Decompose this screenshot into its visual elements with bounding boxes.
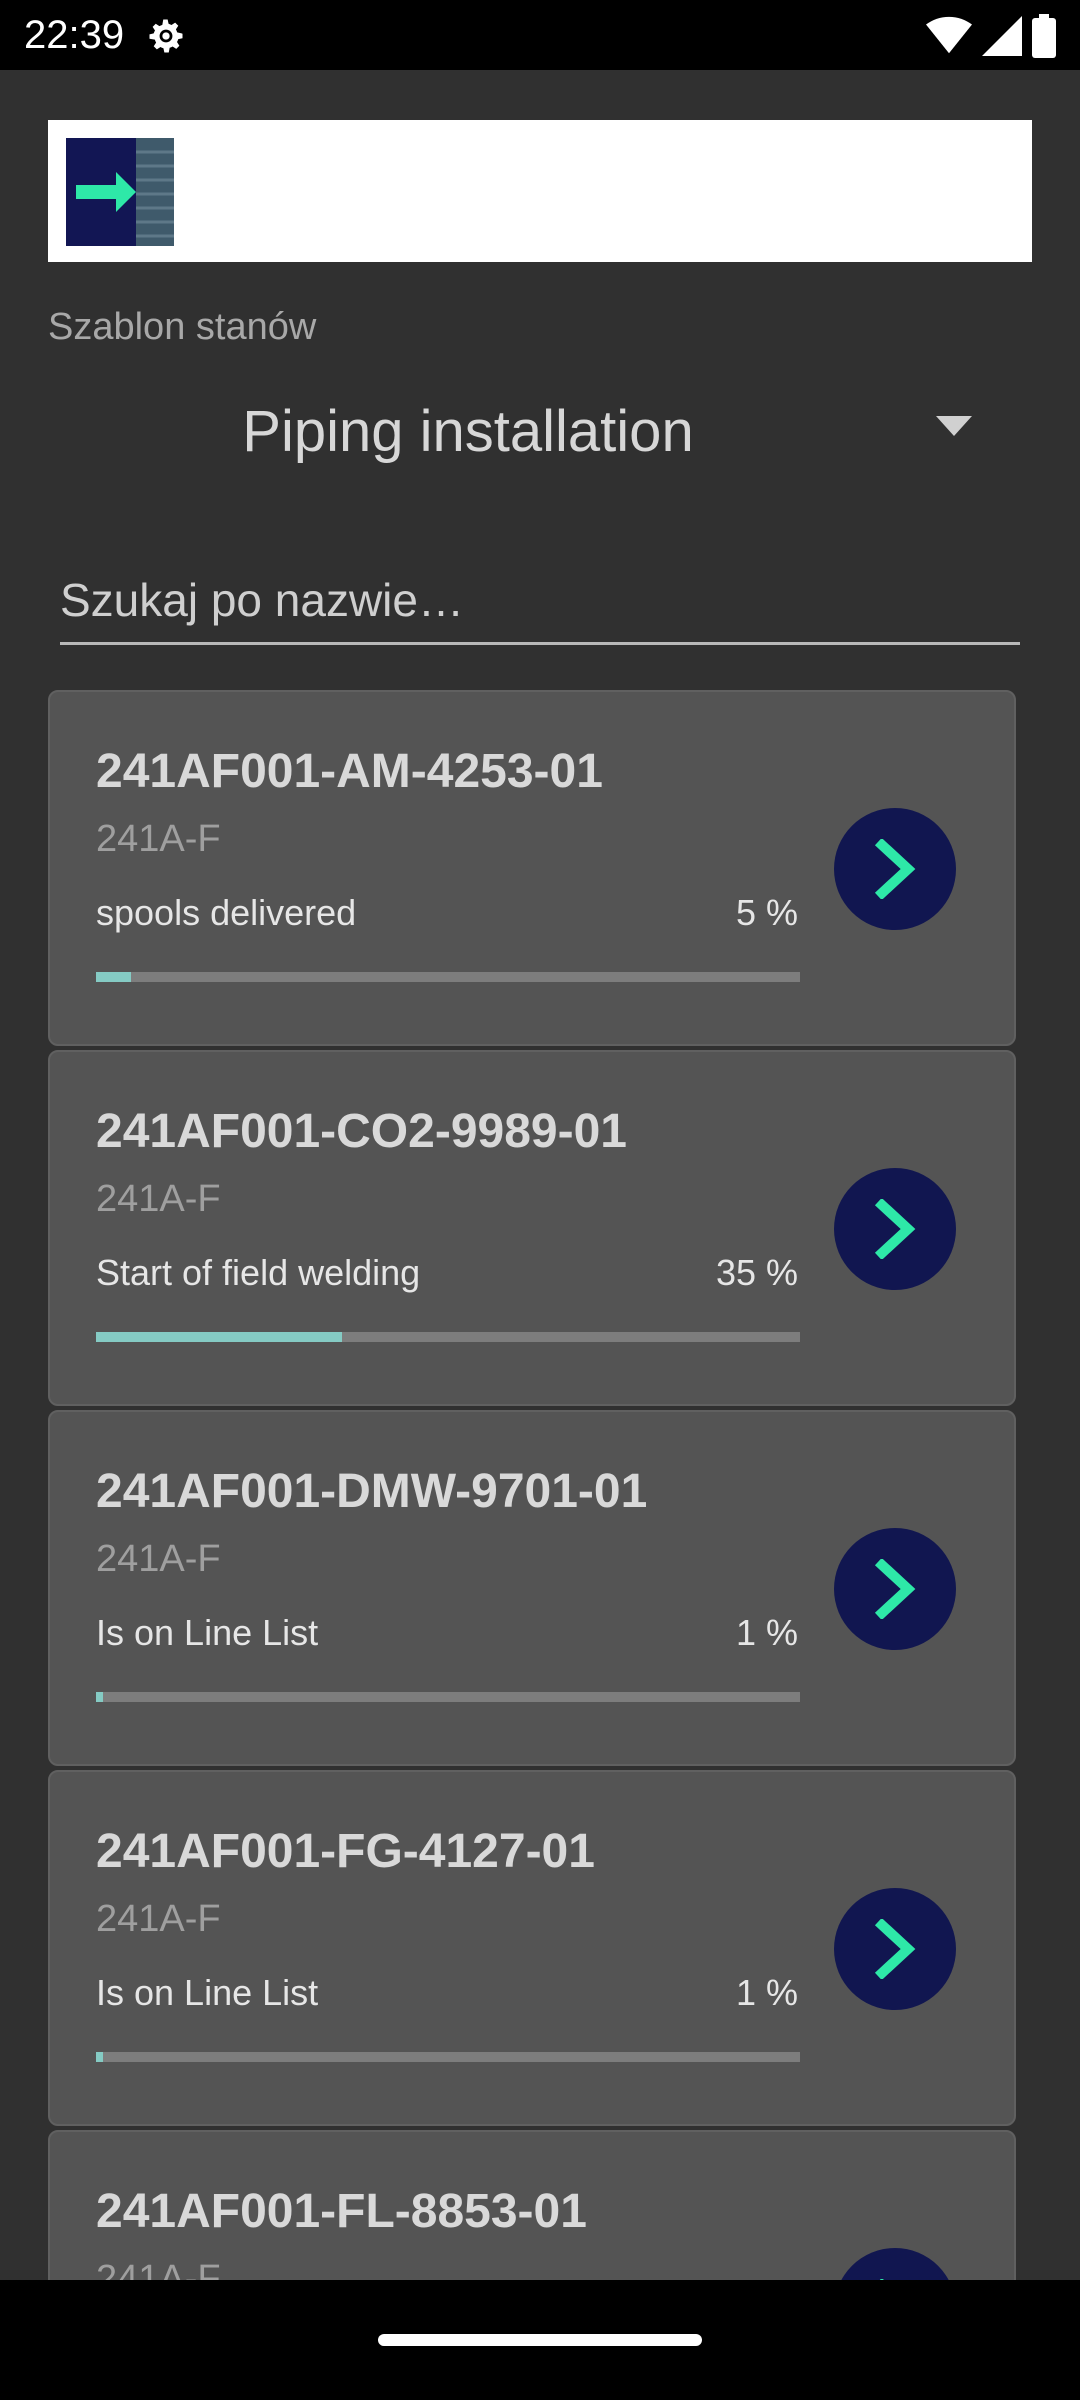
template-selected-value: Piping installation: [242, 399, 694, 464]
settings-gear-icon: [149, 19, 183, 53]
item-percent: 5 %: [735, 892, 798, 933]
item-name: 241AF001-AM-4253-01: [96, 745, 603, 798]
item-progress-fill: [96, 1332, 343, 1342]
list-item[interactable]: 241AF001-FG-4127-01 241A-F Is on Line Li…: [48, 1770, 1016, 2126]
header-banner: [48, 120, 1032, 262]
item-progress-bar: [96, 972, 800, 982]
item-name: 241AF001-DMW-9701-01: [96, 1465, 648, 1518]
item-area: 241A-F: [96, 1178, 221, 1220]
list-item[interactable]: 241AF001-DMW-9701-01 241A-F Is on Line L…: [48, 1410, 1016, 1766]
open-item-button[interactable]: [834, 1168, 956, 1290]
item-percent: 1 %: [735, 1612, 798, 1653]
app-screen: Szablon stanów Piping installation 241AF…: [0, 70, 1080, 2280]
item-progress-bar: [96, 2052, 800, 2062]
item-name: 241AF001-FG-4127-01: [96, 1825, 595, 1878]
item-area: 241A-F: [96, 1538, 221, 1580]
item-status: spools delivered: [96, 892, 357, 933]
list-item[interactable]: 241AF001-CO2-9989-01 241A-F Start of fie…: [48, 1050, 1016, 1406]
item-percent: 35 %: [715, 1252, 798, 1293]
item-area: 241A-F: [96, 1898, 221, 1940]
item-area: 241A-F: [96, 818, 221, 860]
list-item[interactable]: 241AF001-FL-8853-01 241A-F: [48, 2130, 1016, 2280]
template-dropdown[interactable]: Piping installation: [48, 370, 1032, 490]
open-item-button[interactable]: [834, 1528, 956, 1650]
item-name: 241AF001-CO2-9989-01: [96, 1105, 627, 1158]
list-item[interactable]: 241AF001-AM-4253-01 241A-F spools delive…: [48, 690, 1016, 1046]
item-status: Start of field welding: [96, 1252, 421, 1293]
wifi-icon: [926, 16, 972, 54]
battery-icon: [1032, 14, 1056, 58]
open-item-button[interactable]: [834, 808, 956, 930]
dropdown-arrow-icon: [936, 416, 972, 436]
navigation-bar: [0, 2280, 1080, 2400]
item-progress-bar: [96, 1332, 800, 1342]
item-area: 241A-F: [96, 2258, 221, 2280]
item-percent: 1 %: [735, 1972, 798, 2013]
home-gesture-handle[interactable]: [378, 2334, 702, 2346]
signal-icon: [982, 16, 1022, 56]
item-status: Is on Line List: [96, 1972, 319, 2013]
chevron-right-icon: [874, 839, 916, 899]
arrow-into-building-logo: [66, 138, 174, 246]
chevron-right-icon: [874, 1199, 916, 1259]
item-name: 241AF001-FL-8853-01: [96, 2185, 587, 2238]
item-progress-fill: [96, 2052, 104, 2062]
item-progress-bar: [96, 1692, 800, 1702]
chevron-right-icon: [874, 1919, 916, 1979]
search-field[interactable]: [60, 558, 1020, 645]
item-status: Is on Line List: [96, 1612, 319, 1653]
chevron-right-icon: [874, 1559, 916, 1619]
open-item-button[interactable]: [834, 2248, 956, 2280]
item-progress-fill: [96, 1692, 104, 1702]
template-label: Szablon stanów: [48, 306, 317, 348]
search-input[interactable]: [60, 558, 1020, 642]
status-bar: 22:39: [0, 0, 1080, 70]
items-list[interactable]: 241AF001-AM-4253-01 241A-F spools delive…: [48, 690, 1016, 2280]
item-progress-fill: [96, 972, 132, 982]
status-time: 22:39: [24, 13, 125, 57]
open-item-button[interactable]: [834, 1888, 956, 2010]
